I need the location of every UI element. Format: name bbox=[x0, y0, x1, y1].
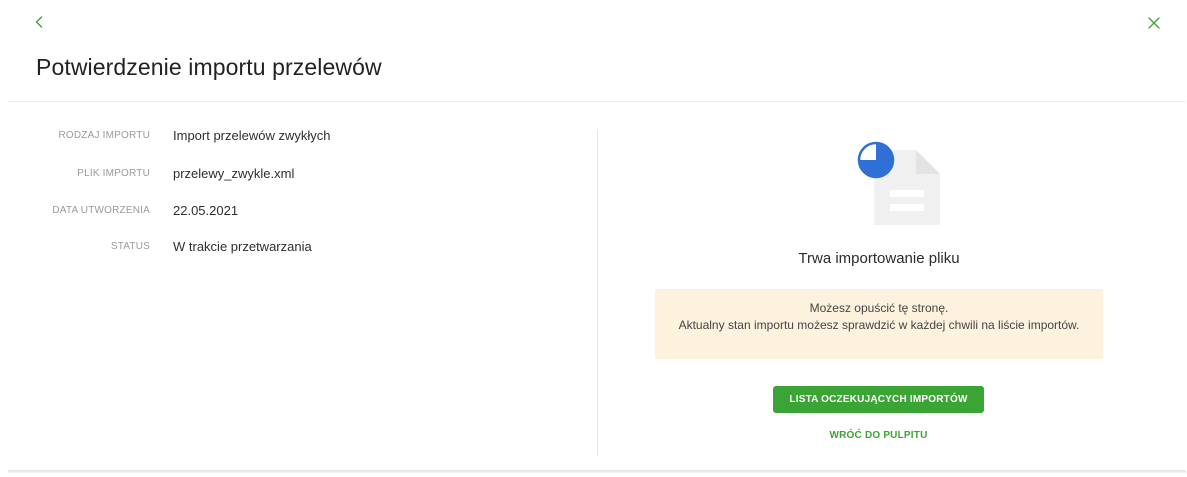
close-button[interactable] bbox=[1146, 15, 1162, 31]
header-divider bbox=[8, 101, 1186, 102]
detail-label: STATUS bbox=[110, 241, 150, 252]
page-title: Potwierdzenie importu przelewów bbox=[36, 54, 382, 80]
detail-label: DATA UTWORZENIA bbox=[52, 205, 150, 216]
detail-row-import-type: RODZAJ IMPORTU Import przelewów zwykłych bbox=[0, 126, 598, 146]
detail-value: 22.05.2021 bbox=[173, 203, 239, 218]
info-message-box: Możesz opuścić tę stronę. Aktualny stan … bbox=[655, 289, 1103, 359]
document-progress-icon bbox=[857, 141, 940, 225]
detail-label: RODZAJ IMPORTU bbox=[58, 130, 150, 141]
detail-row-import-file: PLIK IMPORTU przelewy_zwykle.xml bbox=[0, 164, 598, 184]
chevron-left-icon bbox=[35, 16, 43, 28]
detail-value: przelewy_zwykle.xml bbox=[173, 166, 295, 181]
bottom-divider bbox=[8, 470, 1186, 473]
back-button[interactable] bbox=[32, 14, 46, 30]
status-heading: Trwa importowanie pliku bbox=[798, 250, 960, 267]
detail-row-status: STATUS W trakcie przetwarzania bbox=[0, 237, 598, 257]
info-line: Aktualny stan importu możesz sprawdzić w… bbox=[678, 318, 1080, 332]
status-value: W trakcie przetwarzania bbox=[173, 239, 312, 254]
pending-imports-list-button[interactable]: LISTA OCZEKUJĄCYCH IMPORTÓW bbox=[773, 386, 984, 413]
detail-label: PLIK IMPORTU bbox=[77, 168, 150, 179]
detail-row-creation-date: DATA UTWORZENIA 22.05.2021 bbox=[0, 201, 598, 221]
detail-value: Import przelewów zwykłych bbox=[173, 128, 331, 143]
close-icon bbox=[1148, 17, 1160, 29]
info-line: Możesz opuścić tę stronę. bbox=[809, 301, 949, 315]
column-divider bbox=[597, 129, 598, 456]
back-to-dashboard-link[interactable]: WRÓĆ DO PULPITU bbox=[773, 430, 984, 444]
import-confirmation-page: Potwierdzenie importu przelewów RODZAJ I… bbox=[0, 0, 1187, 477]
